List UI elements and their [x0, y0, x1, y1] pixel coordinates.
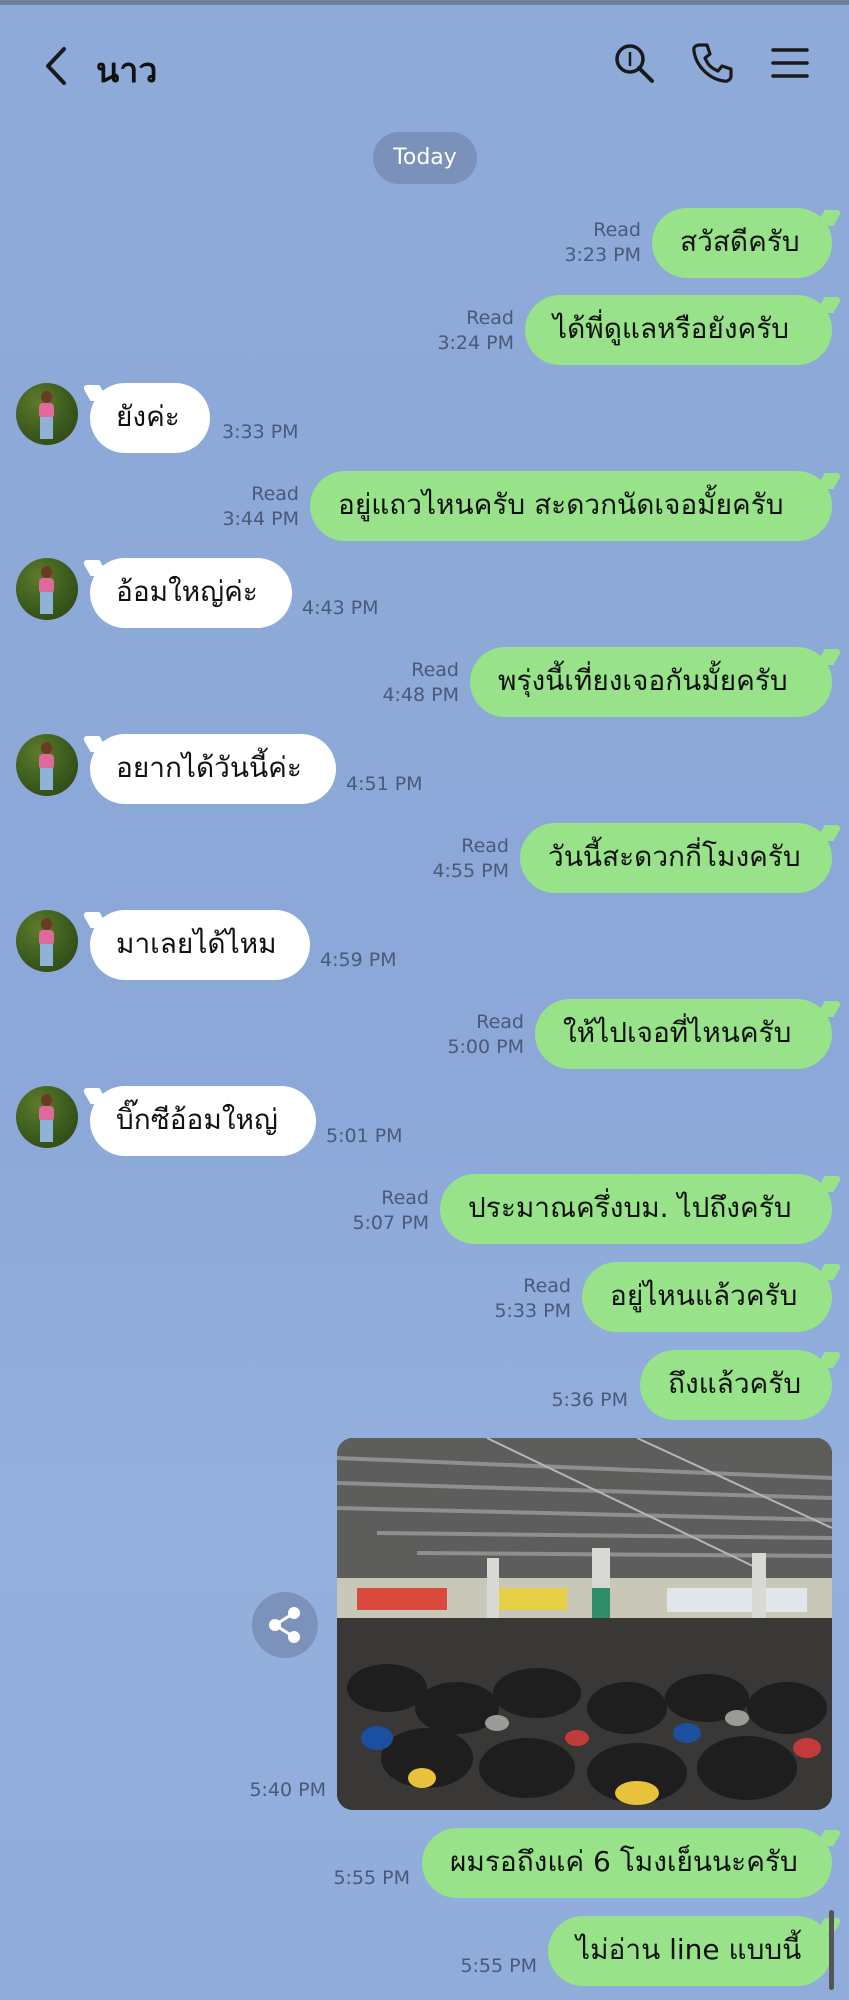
message-time: 3:44 PM	[222, 508, 299, 530]
message-meta: Read 3:23 PM	[564, 218, 641, 268]
message-time: 5:33 PM	[494, 1300, 571, 1322]
message-time: 5:55 PM	[333, 1867, 410, 1889]
received-message[interactable]: บิ๊กซีอ้อมใหญ่	[90, 1086, 316, 1156]
contact-avatar[interactable]	[16, 383, 78, 445]
message-meta: Read 3:44 PM	[222, 482, 299, 532]
sent-message[interactable]: ไม่อ่าน line แบบนี้	[548, 1916, 832, 1986]
message-time: 4:48 PM	[382, 684, 459, 706]
message-time: 5:36 PM	[551, 1389, 628, 1411]
contact-name: นาว	[96, 51, 158, 91]
contact-avatar[interactable]	[16, 558, 78, 620]
menu-button[interactable]	[766, 39, 814, 87]
sent-message[interactable]: ประมาณครึ่งบม. ไปถึงครับ	[440, 1174, 832, 1244]
message-time: 4:43 PM	[302, 597, 379, 619]
share-button[interactable]	[252, 1592, 318, 1658]
message-meta: Read 4:48 PM	[382, 658, 459, 708]
sent-message[interactable]: วันนี้สะดวกกี่โมงครับ	[520, 823, 832, 893]
read-receipt: Read	[411, 659, 459, 681]
message-time: 5:55 PM	[460, 1955, 537, 1977]
contact-avatar[interactable]	[16, 1086, 78, 1148]
chat-header: นาว	[0, 5, 849, 115]
sent-message[interactable]: ให้ไปเจอที่ไหนครับ	[535, 999, 832, 1069]
call-button[interactable]	[688, 39, 736, 87]
sent-message[interactable]: อยู่แถวไหนครับ สะดวกนัดเจอมั้ยครับ	[310, 471, 832, 541]
read-receipt: Read	[251, 483, 299, 505]
contact-avatar[interactable]	[16, 910, 78, 972]
search-icon	[615, 44, 654, 83]
scrollbar[interactable]	[829, 1910, 834, 1990]
message-time: 5:07 PM	[352, 1212, 429, 1234]
sent-message[interactable]: ผมรอถึงแค่ 6 โมงเย็นนะครับ	[422, 1828, 832, 1898]
sent-message[interactable]: พรุ่งนี้เที่ยงเจอกันมั้ยครับ	[470, 647, 832, 717]
message-time: 5:01 PM	[326, 1125, 403, 1147]
share-icon	[269, 1607, 300, 1643]
read-receipt: Read	[593, 219, 641, 241]
sent-message[interactable]: สวัสดีครับ	[652, 208, 832, 278]
read-receipt: Read	[476, 1011, 524, 1033]
message-time: 4:55 PM	[432, 860, 509, 882]
sent-message[interactable]: ถึงแล้วครับ	[640, 1350, 832, 1420]
message-time: 5:40 PM	[249, 1779, 326, 1801]
sent-message[interactable]: ได้พี่ดูแลหรือยังครับ	[525, 295, 832, 365]
read-receipt: Read	[523, 1275, 571, 1297]
message-time: 3:33 PM	[222, 421, 299, 443]
sent-message[interactable]: อยู่ไหนแล้วครับ	[582, 1262, 832, 1332]
message-time: 5:00 PM	[447, 1036, 524, 1058]
received-message[interactable]: ยังค่ะ	[90, 383, 210, 453]
message-time: 4:51 PM	[346, 773, 423, 795]
message-meta: Read 3:24 PM	[437, 306, 514, 356]
back-button[interactable]	[38, 41, 78, 91]
message-time: 4:59 PM	[320, 949, 397, 971]
message-time: 3:24 PM	[437, 332, 514, 354]
contact-avatar[interactable]	[16, 734, 78, 796]
message-meta: Read 5:00 PM	[447, 1010, 524, 1060]
message-time: 3:23 PM	[564, 244, 641, 266]
date-divider: Today	[373, 132, 477, 184]
menu-icon	[771, 48, 809, 78]
received-message[interactable]: อ้อมใหญ่ค่ะ	[90, 558, 292, 628]
search-button[interactable]	[610, 39, 658, 87]
read-receipt: Read	[466, 307, 514, 329]
phone-icon	[692, 43, 733, 83]
photo-illustration	[337, 1438, 832, 1810]
message-meta: Read 4:55 PM	[432, 834, 509, 884]
read-receipt: Read	[381, 1187, 429, 1209]
received-message[interactable]: มาเลยได้ไหม	[90, 910, 310, 980]
read-receipt: Read	[461, 835, 509, 857]
message-meta: Read 5:07 PM	[352, 1186, 429, 1236]
chevron-left-icon	[46, 47, 66, 85]
received-message[interactable]: อยากได้วันนี้ค่ะ	[90, 734, 336, 804]
parking-lot-photo[interactable]	[337, 1438, 832, 1810]
message-meta: Read 5:33 PM	[494, 1274, 571, 1324]
